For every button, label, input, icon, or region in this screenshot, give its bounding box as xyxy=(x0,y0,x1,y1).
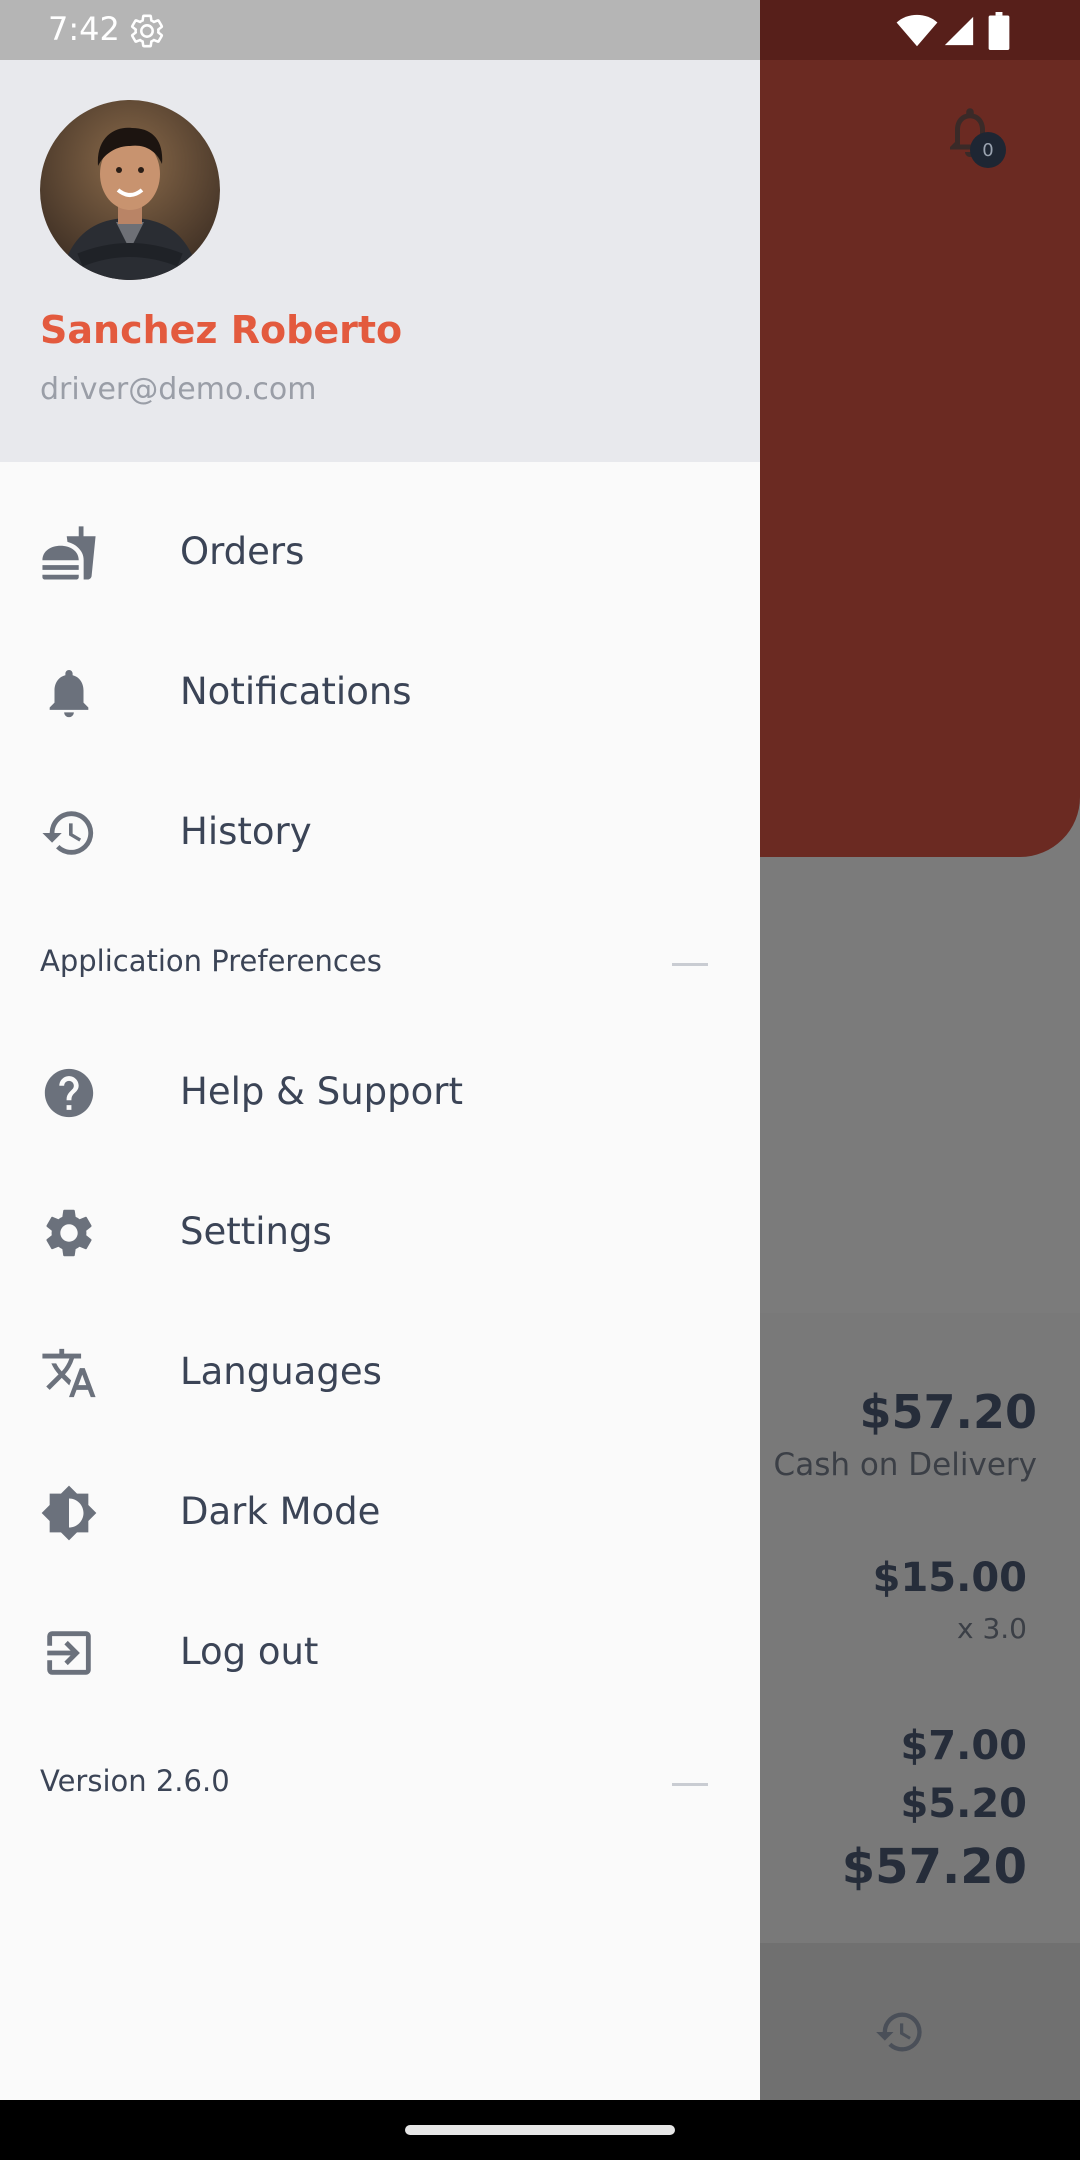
menu-label-settings: Settings xyxy=(180,1210,332,1253)
menu-item-help-support[interactable]: Help & Support xyxy=(0,1022,760,1162)
menu-label-help-support: Help & Support xyxy=(180,1070,463,1113)
payment-method: Cash on Delivery xyxy=(773,1447,1037,1483)
grand-total: $57.20 xyxy=(841,1839,1027,1895)
item-price: $15.00 xyxy=(872,1555,1027,1601)
settings-gear-icon xyxy=(130,14,164,48)
navigation-drawer: Sanchez Roberto driver@demo.com Orders N… xyxy=(0,60,760,2100)
user-name: Sanchez Roberto xyxy=(40,308,403,352)
menu-item-languages[interactable]: Languages xyxy=(0,1302,760,1442)
history-icon xyxy=(42,811,94,855)
notification-count-badge: 0 xyxy=(970,132,1006,168)
version-divider xyxy=(672,1783,708,1786)
gear-icon xyxy=(46,1209,92,1257)
section-divider xyxy=(672,963,708,966)
section-title-preferences: Application Preferences xyxy=(40,944,382,978)
menu-item-history[interactable]: History xyxy=(0,762,760,902)
avatar[interactable] xyxy=(40,100,220,280)
menu-item-orders[interactable]: Orders xyxy=(0,482,760,622)
home-gesture-handle[interactable] xyxy=(405,2125,675,2135)
bell-icon xyxy=(49,670,89,718)
user-email: driver@demo.com xyxy=(40,372,317,407)
history-nav-icon[interactable] xyxy=(874,2006,926,2058)
menu-item-notifications[interactable]: Notifications xyxy=(0,622,760,762)
tax-amount: $5.20 xyxy=(900,1781,1027,1827)
translate-icon xyxy=(42,1348,96,1398)
item-quantity: x 3.0 xyxy=(957,1612,1027,1645)
version-label: Version 2.6.0 xyxy=(40,1764,230,1798)
menu-item-logout[interactable]: Log out xyxy=(0,1582,760,1722)
menu-label-history: History xyxy=(180,810,312,853)
menu-label-orders: Orders xyxy=(180,530,305,573)
battery-icon xyxy=(988,12,1010,50)
menu-label-logout: Log out xyxy=(180,1630,319,1673)
logout-icon xyxy=(47,1631,91,1675)
menu-item-settings[interactable]: Settings xyxy=(0,1162,760,1302)
signal-icon xyxy=(944,16,974,46)
drawer-header[interactable]: Sanchez Roberto driver@demo.com xyxy=(0,60,760,462)
help-icon xyxy=(44,1068,94,1118)
orders-icon xyxy=(42,526,96,580)
menu-label-dark-mode: Dark Mode xyxy=(180,1490,381,1533)
brightness-icon xyxy=(41,1485,97,1541)
menu-label-languages: Languages xyxy=(180,1350,382,1393)
order-total: $57.20 xyxy=(859,1385,1037,1439)
menu-item-dark-mode[interactable]: Dark Mode xyxy=(0,1442,760,1582)
status-bar: 7:42 xyxy=(0,0,1080,60)
menu-label-notifications: Notifications xyxy=(180,670,412,713)
delivery-fee: $7.00 xyxy=(900,1723,1027,1769)
wifi-icon xyxy=(896,14,938,47)
status-time: 7:42 xyxy=(48,10,120,48)
